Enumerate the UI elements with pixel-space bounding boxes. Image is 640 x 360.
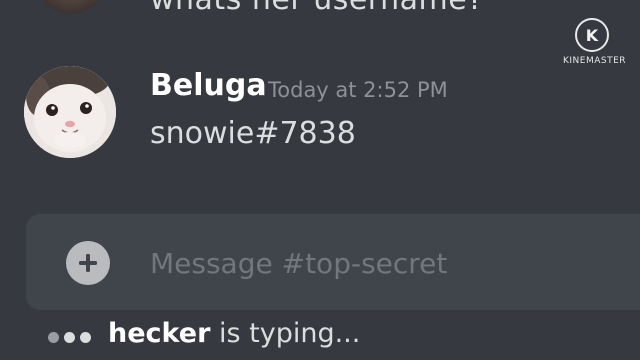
typing-suffix: is typing... xyxy=(210,318,361,349)
previous-message-text: whats her username? xyxy=(150,0,484,17)
message-content: snowie#7838 xyxy=(150,116,356,151)
plus-circle-icon[interactable] xyxy=(66,241,110,285)
plus-icon xyxy=(79,254,97,272)
message-author[interactable]: Beluga xyxy=(150,68,267,103)
kinemaster-logo-letter: K xyxy=(585,25,599,45)
kinemaster-logo-icon: K xyxy=(575,18,609,52)
message-timestamp: Today at 2:52 PM xyxy=(268,78,448,102)
cat-avatar[interactable] xyxy=(24,66,116,158)
watermark-text: KINEMASTER xyxy=(563,56,627,66)
chat-view: whats her username? K KINEMASTER Beluga … xyxy=(0,0,640,360)
previous-avatar[interactable] xyxy=(36,0,106,14)
typing-indicator-text: hecker is typing... xyxy=(108,318,360,349)
typing-user: hecker xyxy=(108,318,211,349)
message-input[interactable] xyxy=(150,238,610,288)
typing-dot xyxy=(64,331,75,343)
cat-avatar-image xyxy=(24,66,116,158)
typing-dot xyxy=(80,331,91,343)
typing-dot xyxy=(48,331,59,343)
typing-indicator-dots xyxy=(48,330,91,344)
